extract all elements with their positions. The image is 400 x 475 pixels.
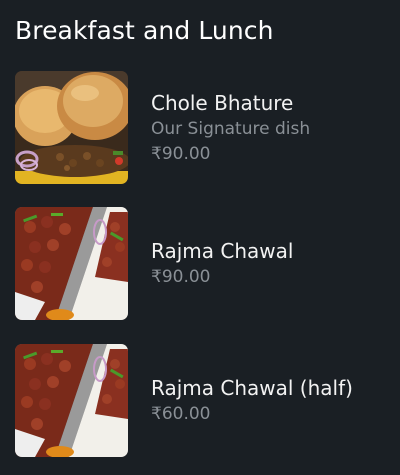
item-name: Rajma Chawal	[151, 239, 294, 263]
item-description: Our Signature dish	[151, 118, 311, 139]
item-info: Rajma Chawal ₹90.00	[151, 207, 391, 320]
item-name: Rajma Chawal (half)	[151, 376, 353, 400]
menu-screen: Breakfast and Lunch Chole Bhature Our Si…	[0, 0, 400, 475]
menu-item-rajma-chawal-half[interactable]: Rajma Chawal (half) ₹60.00	[0, 344, 400, 462]
chole-bhature-image	[15, 71, 128, 184]
item-price: ₹90.00	[151, 143, 211, 164]
menu-item-rajma-chawal[interactable]: Rajma Chawal ₹90.00	[0, 207, 400, 325]
item-info: Rajma Chawal (half) ₹60.00	[151, 344, 391, 457]
item-name: Chole Bhature	[151, 90, 294, 115]
rajma-chawal-half-image	[15, 344, 128, 457]
item-price: ₹60.00	[151, 404, 211, 424]
item-price: ₹90.00	[151, 267, 211, 287]
menu-item-chole-bhature[interactable]: Chole Bhature Our Signature dish ₹90.00	[0, 71, 400, 189]
section-title: Breakfast and Lunch	[15, 16, 274, 45]
rajma-chawal-image	[15, 207, 128, 320]
item-info: Chole Bhature Our Signature dish ₹90.00	[151, 71, 391, 184]
